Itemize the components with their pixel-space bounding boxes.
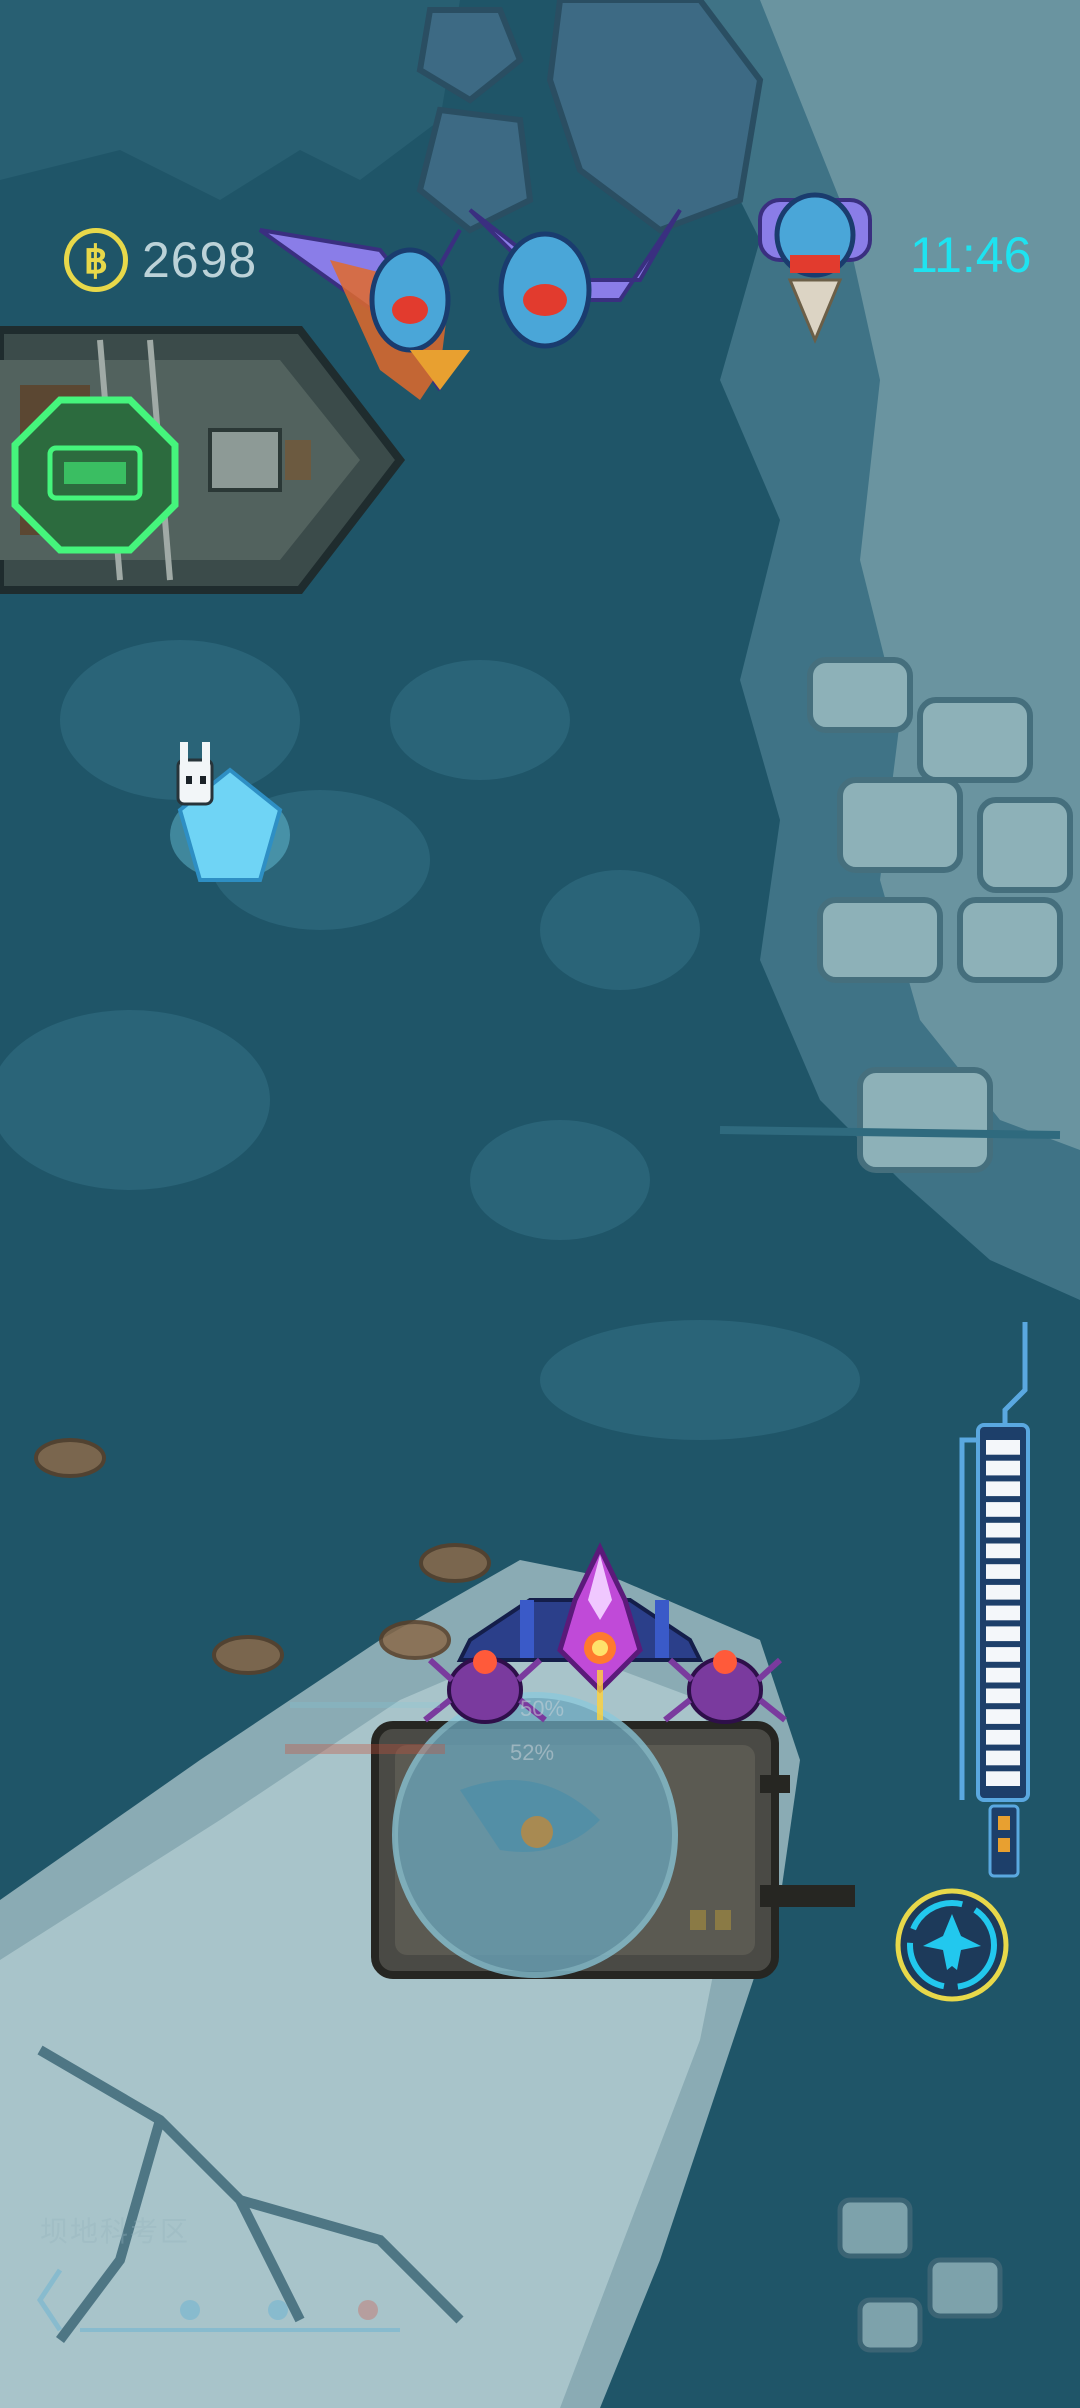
faint-nav-bar: [36, 2268, 400, 2332]
